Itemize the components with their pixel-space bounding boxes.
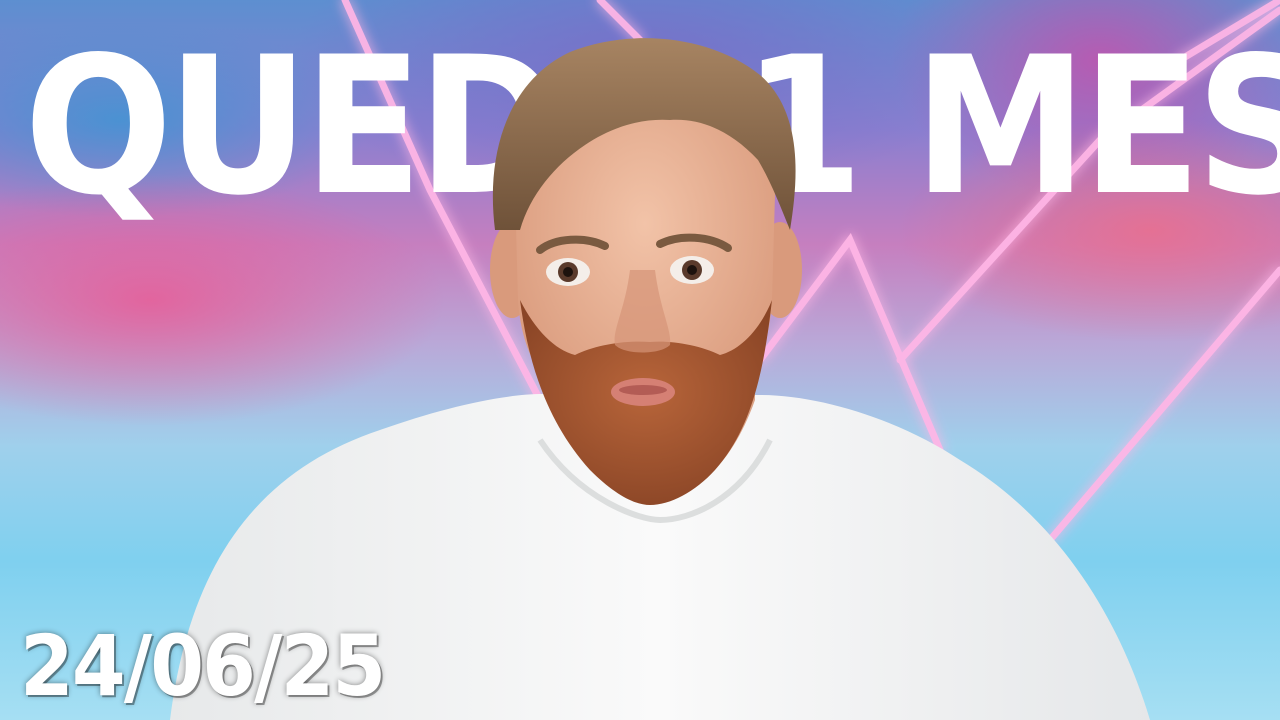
video-thumbnail: QUEDA 1 MES 24/06/25: [0, 0, 1280, 720]
date-label: 24/06/25: [20, 617, 386, 715]
person-photo: [170, 38, 1150, 720]
